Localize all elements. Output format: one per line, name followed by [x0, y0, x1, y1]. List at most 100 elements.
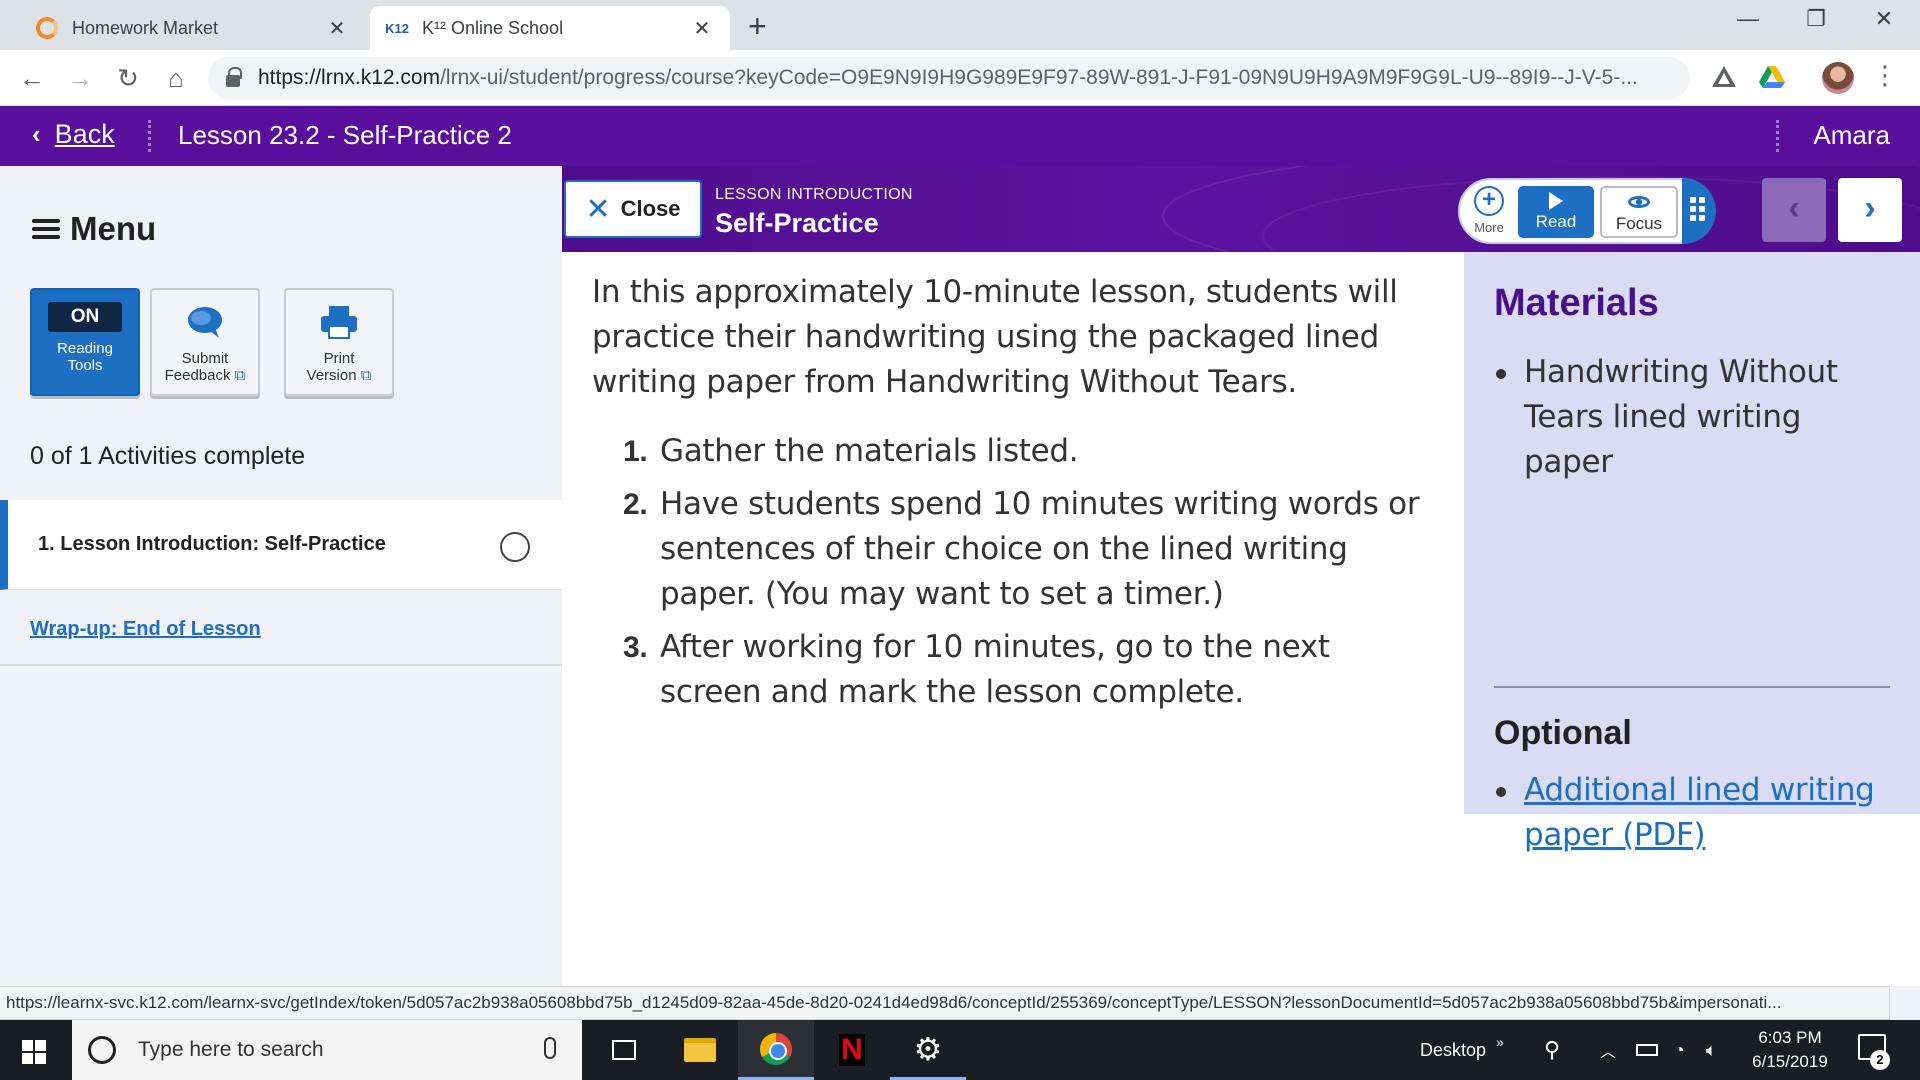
user-name[interactable]: Amara [1813, 120, 1890, 151]
settings-taskbar-button[interactable]: ⚙ [890, 1020, 966, 1080]
folder-icon [684, 1038, 716, 1062]
chrome-taskbar-button[interactable] [738, 1020, 814, 1080]
tool-label: Tools [67, 357, 103, 374]
reading-tools-button[interactable]: ON Reading Tools [30, 288, 140, 396]
lesson-intro: In this approximately 10-minute lesson, … [592, 274, 1398, 400]
reload-icon[interactable]: ↻ [110, 60, 146, 96]
task-view-icon [612, 1040, 636, 1060]
chrome-icon [760, 1032, 792, 1065]
sidebar: Menu ON Reading Tools Submit Feedback ⧉ … [0, 166, 562, 986]
tool-label: Feedback [164, 367, 231, 384]
gear-icon: ⚙ [913, 1030, 943, 1067]
browser-toolbar: ← → ↻ ⌂ https://lrnx.k12.com/lrnx-ui/stu… [0, 50, 1920, 106]
back-link[interactable]: ‹ Back [32, 119, 115, 150]
extension-drive-icon[interactable] [1710, 63, 1738, 91]
external-link-icon: ⧉ [230, 367, 246, 384]
link-status-bar: https://learnx-svc.k12.com/learnx-svc/ge… [0, 986, 1890, 1020]
tab-title: K¹² Online School [422, 17, 564, 38]
taskbar-search[interactable]: Type here to search [72, 1020, 582, 1080]
url-path: /lrnx-ui/student/progress/course?keyCode… [440, 66, 1638, 89]
minimize-icon[interactable]: — [1718, 6, 1778, 32]
lock-icon [226, 67, 242, 87]
task-view-button[interactable] [586, 1020, 662, 1080]
close-button[interactable]: ✕ Close [564, 180, 702, 238]
external-link-icon: ⧉ [356, 367, 372, 384]
materials-heading: Materials [1494, 282, 1659, 324]
menu-label: Menu [70, 210, 157, 247]
profile-avatar[interactable] [1822, 62, 1854, 94]
print-version-button[interactable]: Print Version ⧉ [284, 288, 394, 396]
tool-label: Print [323, 350, 355, 367]
file-explorer-button[interactable] [662, 1020, 738, 1080]
windows-start-icon[interactable] [22, 1040, 46, 1064]
desktop-label: Desktop [1420, 1039, 1487, 1060]
menu-icon [32, 215, 60, 243]
menu-heading[interactable]: Menu [32, 210, 156, 248]
wifi-icon[interactable]: ◔ [1674, 1020, 1685, 1080]
wrapup-link[interactable]: Wrap-up: End of Lesson [30, 618, 261, 641]
play-icon [1549, 192, 1563, 210]
windows-taskbar: Type here to search N ⚙ Desktop » ⚲ ︿ ◔ 🔈… [0, 1020, 1920, 1080]
lesson-kicker: LESSON INTRODUCTION [715, 186, 913, 203]
forward-arrow-icon[interactable]: → [62, 60, 98, 96]
tool-label: Reading [57, 340, 113, 357]
tab-title: Homework Market [72, 17, 219, 38]
home-icon[interactable]: ⌂ [158, 60, 194, 96]
focus-label: Focus [1615, 214, 1663, 233]
next-page-button[interactable]: › [1838, 178, 1902, 242]
wrapup-row: Wrap-up: End of Lesson [0, 590, 562, 666]
chevron-right-icon: » [1496, 1034, 1504, 1050]
tab-k12-online-school[interactable]: K12 K¹² Online School ✕ [370, 6, 730, 50]
microphone-icon[interactable] [544, 1037, 556, 1059]
divider [1494, 686, 1890, 688]
url-host: https://lrnx.k12.com [258, 66, 441, 89]
reading-toolbar: + More Read Focus [1458, 178, 1716, 244]
clock-date: 6/15/2019 [1752, 1052, 1828, 1071]
notification-count-badge: 2 [1870, 1050, 1890, 1070]
people-icon[interactable]: ⚲ [1544, 1020, 1560, 1080]
close-window-icon[interactable]: ✕ [1854, 6, 1914, 32]
address-bar[interactable]: https://lrnx.k12.com/lrnx-ui/student/pro… [208, 57, 1690, 99]
browser-tab-strip: Homework Market ✕ K12 K¹² Online School … [0, 0, 1920, 50]
chevron-left-icon: ‹ [32, 119, 41, 149]
clock-time: 6:03 PM [1758, 1028, 1822, 1047]
chat-bubble-icon [188, 307, 222, 338]
activity-row[interactable]: 1. Lesson Introduction: Self-Practice [0, 500, 562, 590]
materials-panel: Materials Handwriting Without Tears line… [1464, 252, 1920, 853]
materials-item: Handwriting Without Tears lined writing … [1494, 350, 1894, 485]
main-panel: ✕ Close LESSON INTRODUCTION Self-Practic… [562, 166, 1920, 986]
browser-menu-icon[interactable]: ⋮ [1872, 60, 1898, 91]
lesson-body: In this approximately 10-minute lesson, … [592, 270, 1432, 723]
close-label: Close [620, 196, 681, 221]
volume-icon[interactable]: 🔈︎ [1706, 1020, 1717, 1080]
taskbar-clock[interactable]: 6:03 PM 6/15/2019 [1740, 1026, 1840, 1074]
focus-button[interactable]: Focus [1600, 186, 1678, 238]
close-tab-icon[interactable]: ✕ [690, 16, 714, 41]
lesson-title: Lesson 23.2 - Self-Practice 2 [178, 120, 512, 150]
tab-homework-market[interactable]: Homework Market ✕ [20, 6, 365, 50]
new-tab-button[interactable]: + [748, 8, 767, 45]
divider [148, 120, 151, 152]
more-button[interactable]: + More [1468, 186, 1510, 235]
step-text: After working for 10 minutes, go to the … [660, 629, 1330, 710]
close-tab-icon[interactable]: ✕ [325, 16, 349, 41]
back-arrow-icon[interactable]: ← [14, 60, 50, 96]
previous-page-button[interactable]: ‹ [1762, 178, 1826, 242]
chevron-up-icon[interactable]: ︿ [1600, 1020, 1616, 1080]
restore-icon[interactable]: ❐ [1786, 6, 1846, 32]
divider [1776, 120, 1779, 152]
eye-icon [1628, 196, 1650, 208]
activities-progress: 0 of 1 Activities complete [30, 442, 306, 470]
printer-icon [321, 306, 357, 339]
google-drive-icon[interactable] [1758, 63, 1786, 91]
netflix-taskbar-button[interactable]: N [814, 1020, 890, 1080]
activity-label: 1. Lesson Introduction: Self-Practice [38, 533, 386, 555]
read-button[interactable]: Read [1518, 186, 1594, 238]
close-icon: ✕ [585, 192, 611, 226]
more-label: More [1474, 220, 1504, 235]
additional-paper-link[interactable]: Additional lined writing paper (PDF) [1524, 772, 1875, 853]
battery-icon[interactable] [1636, 1020, 1658, 1080]
homework-market-favicon-icon [36, 17, 58, 39]
desktop-toolbar[interactable]: Desktop » [1420, 1020, 1504, 1080]
submit-feedback-button[interactable]: Submit Feedback ⧉ [150, 288, 260, 396]
